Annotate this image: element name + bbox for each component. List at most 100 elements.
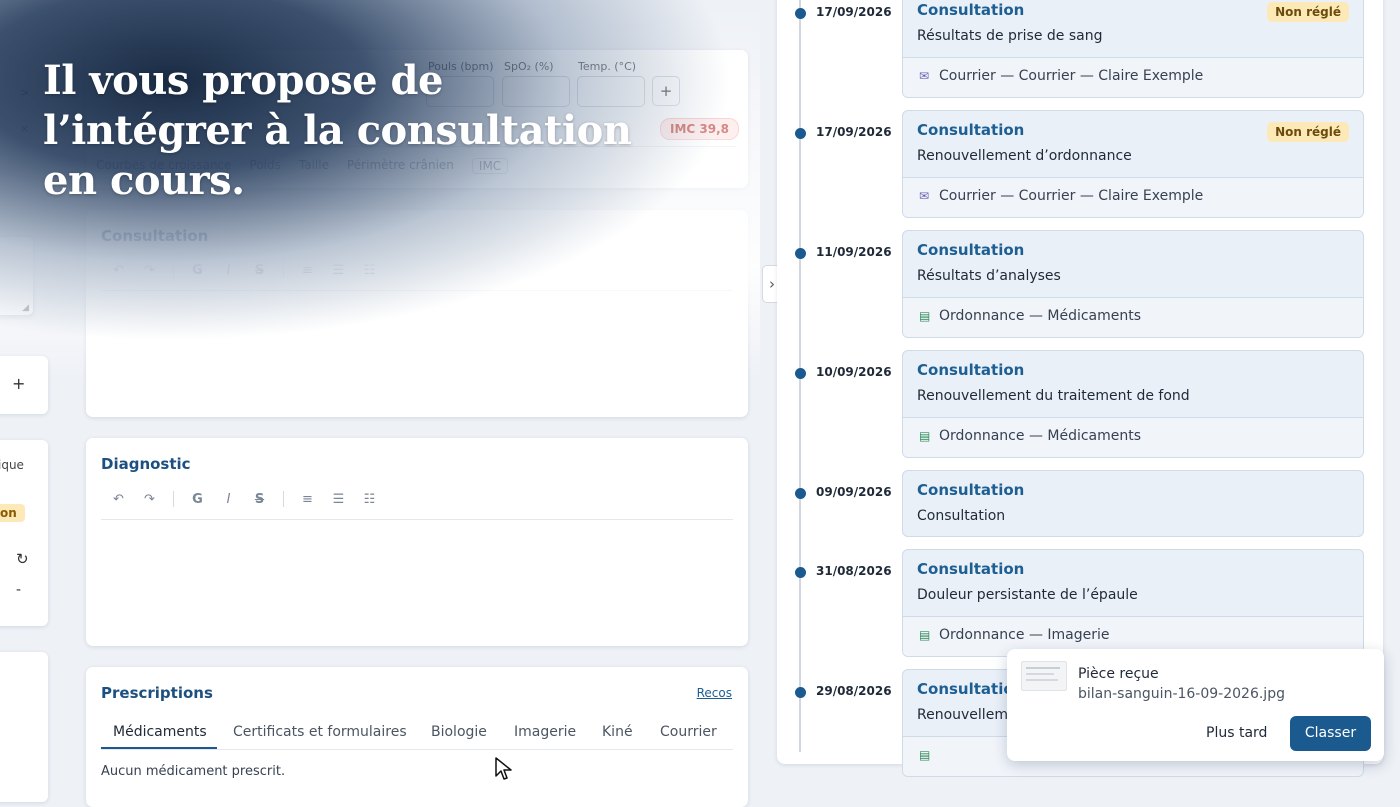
mouse-cursor-icon (495, 757, 512, 780)
align-icon[interactable]: ≡ (292, 263, 323, 278)
headline-line-1: Il vous propose de (43, 57, 443, 104)
empty-prescription-text: Aucun médicament prescrit. (101, 764, 286, 779)
entry-document-label: Courrier — Courrier — Claire Exemple (939, 68, 1204, 84)
document-thumbnail (1021, 661, 1067, 691)
timeline-date: 11/09/2026 (816, 245, 892, 259)
diagnostic-toolbar-divider (101, 519, 733, 520)
received-document-toast: Pièce reçue bilan-sanguin-16-09-2026.jpg… (1007, 649, 1384, 761)
left-partial-card-1: ◢ (0, 236, 34, 316)
entry-type: Consultation (917, 560, 1025, 578)
prescriptions-title: Prescriptions (101, 684, 213, 702)
entry-document-label: Ordonnance — Médicaments (939, 428, 1142, 444)
minus-icon[interactable]: - (16, 582, 21, 598)
tab-imaging[interactable]: Imagerie (514, 724, 576, 740)
document-icon: ▤ (919, 748, 931, 762)
close-mark-icon[interactable]: × (20, 122, 29, 135)
collapse-mark[interactable]: > (20, 86, 29, 99)
entry-description: Douleur persistante de l’épaule (917, 587, 1138, 603)
timeline-entry[interactable]: Consultation Renouvellement du traitement… (902, 350, 1364, 458)
entry-type: Consultation (917, 481, 1025, 499)
entry-description: Renouvellem (917, 707, 1008, 723)
bold-button[interactable]: G (182, 263, 213, 278)
consultation-title: Consultation (101, 227, 209, 245)
ordered-list-icon[interactable]: ☷ (354, 492, 385, 507)
redo-icon[interactable]: ↷ (134, 492, 165, 507)
timeline-date: 17/09/2026 (816, 125, 892, 139)
toast-title: Pièce reçue (1078, 666, 1159, 682)
entry-document-label: Ordonnance — Médicaments (939, 308, 1142, 324)
strike-button[interactable]: S (244, 492, 275, 507)
timeline-date: 10/09/2026 (816, 365, 892, 379)
tab-certificates[interactable]: Certificats et formulaires (233, 724, 407, 740)
entry-description: Consultation (917, 508, 1006, 524)
timeline-dot (795, 567, 806, 578)
timeline-date: 17/09/2026 (816, 5, 892, 19)
add-vital-button[interactable]: + (652, 76, 680, 106)
strike-button[interactable]: S (244, 263, 275, 278)
consultation-editor-card: Consultation ↶ ↷ G I S ≡ ☰ ☷ (86, 210, 748, 417)
tab-medicaments[interactable]: Médicaments (113, 724, 207, 740)
timeline-entry[interactable]: Consultation Consultation (902, 470, 1364, 537)
headline-line-3: en cours. (43, 157, 245, 204)
mail-icon: ✉ (919, 69, 930, 83)
chevron-right-icon: › (769, 275, 775, 293)
undo-icon[interactable]: ↶ (103, 492, 134, 507)
diagnostic-toolbar: ↶ ↷ G I S ≡ ☰ ☷ (103, 491, 385, 507)
align-icon[interactable]: ≡ (292, 492, 323, 507)
partial-label: ique (0, 458, 24, 472)
active-tab-indicator (101, 747, 217, 749)
timeline-dot (795, 368, 806, 379)
document-icon: ▤ (919, 429, 931, 443)
timeline-dot (795, 488, 806, 499)
classify-button[interactable]: Classer (1290, 716, 1371, 751)
timeline-dot (795, 128, 806, 139)
italic-button[interactable]: I (213, 263, 244, 278)
add-icon[interactable]: + (12, 374, 25, 393)
timeline-dot (795, 248, 806, 259)
entry-type: Consultation (917, 121, 1025, 139)
later-button[interactable]: Plus tard (1206, 725, 1267, 741)
timeline-entry[interactable]: Consultation Non réglé Résultats de prise … (902, 0, 1364, 98)
recos-link[interactable]: Recos (697, 686, 732, 700)
timeline-entry[interactable]: Consultation Non réglé Renouvellement d’or… (902, 110, 1364, 218)
bullet-list-icon[interactable]: ☰ (323, 492, 354, 507)
tab-biology[interactable]: Biologie (431, 724, 487, 740)
consultation-text-area[interactable] (101, 294, 733, 406)
entry-type: Consultation (917, 1, 1025, 19)
timeline-date: 31/08/2026 (816, 564, 892, 578)
bold-button[interactable]: G (182, 492, 213, 507)
timeline-dot (795, 8, 806, 19)
ordered-list-icon[interactable]: ☷ (354, 263, 385, 278)
entry-type: Consultation (917, 241, 1025, 259)
timeline-entry[interactable]: Consultation Résultats d’analyses ▤ Ordonna… (902, 230, 1364, 338)
left-partial-card-4 (0, 652, 48, 802)
entry-document-label: Courrier — Courrier — Claire Exemple (939, 188, 1204, 204)
left-partial-card-3: ique on ↻ - (0, 440, 48, 626)
entry-document-label: Ordonnance — Imagerie (939, 627, 1110, 643)
resize-handle-icon[interactable]: ◢ (22, 303, 29, 313)
entry-description: Résultats d’analyses (917, 268, 1061, 284)
tab-letter[interactable]: Courrier (660, 724, 717, 740)
unpaid-badge: Non réglé (1267, 2, 1349, 22)
entry-document-row[interactable]: ▤ Ordonnance — Médicaments (903, 417, 1363, 457)
entry-type: Consultation (917, 361, 1025, 379)
consultation-toolbar: ↶ ↷ G I S ≡ ☰ ☷ (103, 262, 385, 278)
plus-icon: + (659, 82, 673, 100)
italic-button[interactable]: I (213, 492, 244, 507)
consultation-toolbar-divider (101, 290, 733, 291)
entry-document-row[interactable]: ✉ Courrier — Courrier — Claire Exemple (903, 57, 1363, 97)
bullet-list-icon[interactable]: ☰ (323, 263, 354, 278)
left-partial-card-2: + (0, 356, 48, 414)
entry-document-row[interactable]: ✉ Courrier — Courrier — Claire Exemple (903, 177, 1363, 217)
entry-document-row[interactable]: ▤ Ordonnance — Médicaments (903, 297, 1363, 337)
refresh-icon[interactable]: ↻ (16, 550, 29, 568)
document-icon: ▤ (919, 309, 931, 323)
redo-icon[interactable]: ↷ (134, 263, 165, 278)
headline: Il vous propose de l’intégrer à la consu… (43, 56, 632, 206)
unpaid-badge: Non réglé (1267, 122, 1349, 142)
diagnostic-title: Diagnostic (101, 455, 191, 473)
tab-physio[interactable]: Kiné (602, 724, 633, 740)
undo-icon[interactable]: ↶ (103, 263, 134, 278)
timeline-entry[interactable]: Consultation Douleur persistante de l’épa… (902, 549, 1364, 657)
diagnostic-text-area[interactable] (101, 524, 733, 636)
